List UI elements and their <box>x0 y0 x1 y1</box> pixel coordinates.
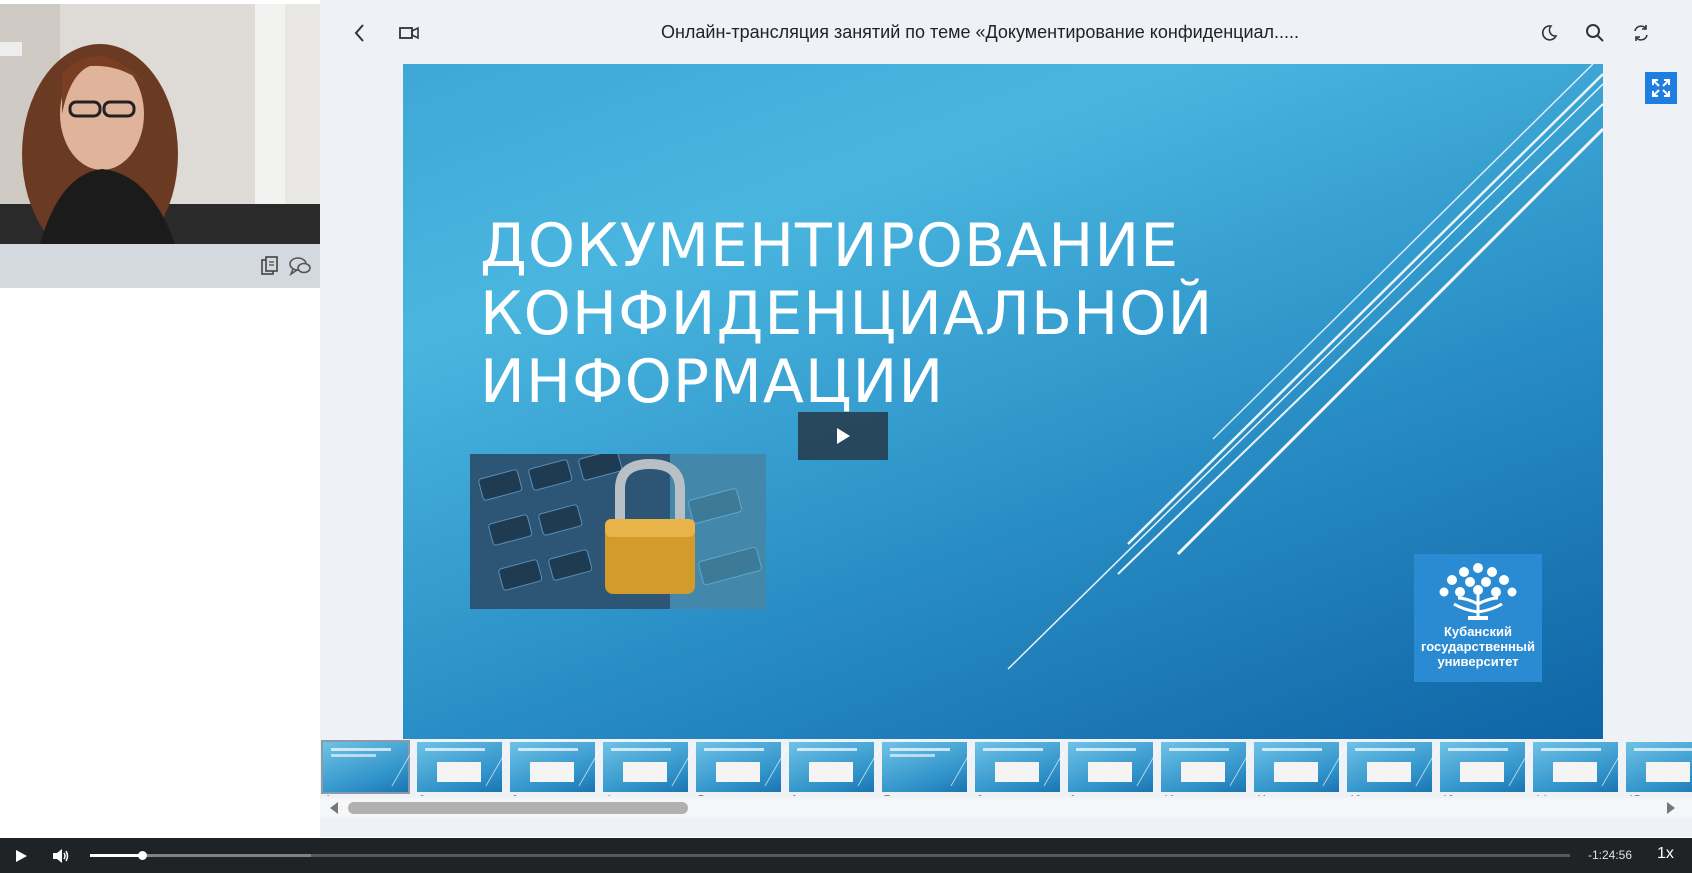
university-logo: Кубанский государственный университет <box>1414 554 1542 682</box>
slide-thumbnail[interactable]: 4 <box>603 742 696 796</box>
presentation-slide[interactable]: ДОКУМЕНТИРОВАНИЕ КОНФИДЕНЦИАЛЬНОЙ ИНФОРМ… <box>403 64 1603 739</box>
fullscreen-button[interactable] <box>1645 72 1677 104</box>
slide-thumbnail[interactable]: 1 <box>321 740 416 796</box>
video-camera-icon[interactable] <box>396 20 422 46</box>
back-arrow-icon[interactable] <box>347 20 373 46</box>
progress-played <box>90 854 142 857</box>
slide-thumbnail[interactable]: 15 <box>1626 742 1692 796</box>
scrollbar-thumb[interactable] <box>348 802 688 814</box>
university-name: Кубанский государственный университет <box>1420 624 1536 669</box>
playback-progress-bar[interactable] <box>90 851 1570 860</box>
chat-icon[interactable] <box>288 255 312 277</box>
sync-icon[interactable] <box>1628 20 1654 46</box>
time-remaining: -1:24:56 <box>1588 848 1633 862</box>
slide-thumbnail[interactable]: 14 <box>1533 742 1626 796</box>
play-icon <box>837 428 850 444</box>
moon-icon[interactable] <box>1536 20 1562 46</box>
volume-button[interactable] <box>51 846 71 866</box>
slide-title-line-2: КОНФИДЕНЦИАЛЬНОЙ <box>480 279 1214 349</box>
main-area: Онлайн-трансляция занятий по теме «Докум… <box>320 0 1692 837</box>
scroll-right-arrow-icon[interactable] <box>1667 802 1675 814</box>
thumbnail-scrollbar[interactable] <box>320 798 1692 818</box>
playback-speed-button[interactable]: 1x <box>1657 845 1674 863</box>
slide-thumbnail[interactable]: 11 <box>1254 742 1347 796</box>
expand-icon <box>1652 79 1670 97</box>
page-title: Онлайн-трансляция занятий по теме «Докум… <box>660 22 1300 42</box>
video-tools-bar <box>0 244 320 288</box>
slide-thumbnail[interactable]: 3 <box>510 742 603 796</box>
slide-title-line-3: ИНФОРМАЦИИ <box>480 347 945 417</box>
play-video-overlay-button[interactable] <box>798 412 888 460</box>
progress-handle[interactable] <box>137 851 147 860</box>
slide-thumbnail[interactable]: 13 <box>1440 742 1533 796</box>
slide-thumbnail[interactable]: 5 <box>696 742 789 796</box>
slide-thumbnail[interactable]: 12 <box>1347 742 1440 796</box>
scroll-left-arrow-icon[interactable] <box>330 802 338 814</box>
tree-logo-icon <box>1439 563 1517 620</box>
play-icon <box>16 850 27 862</box>
slide-thumbnail[interactable]: 10 <box>1161 742 1254 796</box>
slide-title: ДОКУМЕНТИРОВАНИЕ КОНФИДЕНЦИАЛЬНОЙ ИНФОРМ… <box>480 212 1280 416</box>
copy-icon[interactable] <box>258 255 282 277</box>
slide-thumbnail[interactable]: 7 <box>882 742 975 796</box>
slide-thumbnail[interactable]: 8 <box>975 742 1068 796</box>
video-player-controls: -1:24:56 1x <box>0 838 1692 873</box>
slide-thumbnail[interactable]: 2 <box>417 742 510 796</box>
slide-title-line-1: ДОКУМЕНТИРОВАНИЕ <box>480 211 1180 281</box>
app-window: Онлайн-трансляция занятий по теме «Докум… <box>0 0 1692 873</box>
top-bar: Онлайн-трансляция занятий по теме «Докум… <box>320 0 1692 64</box>
presenter-webcam-video[interactable] <box>0 4 320 244</box>
speaker-icon <box>53 849 69 863</box>
search-icon[interactable] <box>1582 20 1608 46</box>
slide-thumbnail-strip: 1 2 3 4 5 6 7 8 9 10 11 12 13 14 15 <box>320 740 1692 796</box>
padlock-keyboard-image <box>470 454 766 609</box>
slide-thumbnail[interactable]: 6 <box>789 742 882 796</box>
play-button[interactable] <box>11 846 31 866</box>
left-panel <box>0 0 320 837</box>
slide-thumbnail[interactable]: 9 <box>1068 742 1161 796</box>
